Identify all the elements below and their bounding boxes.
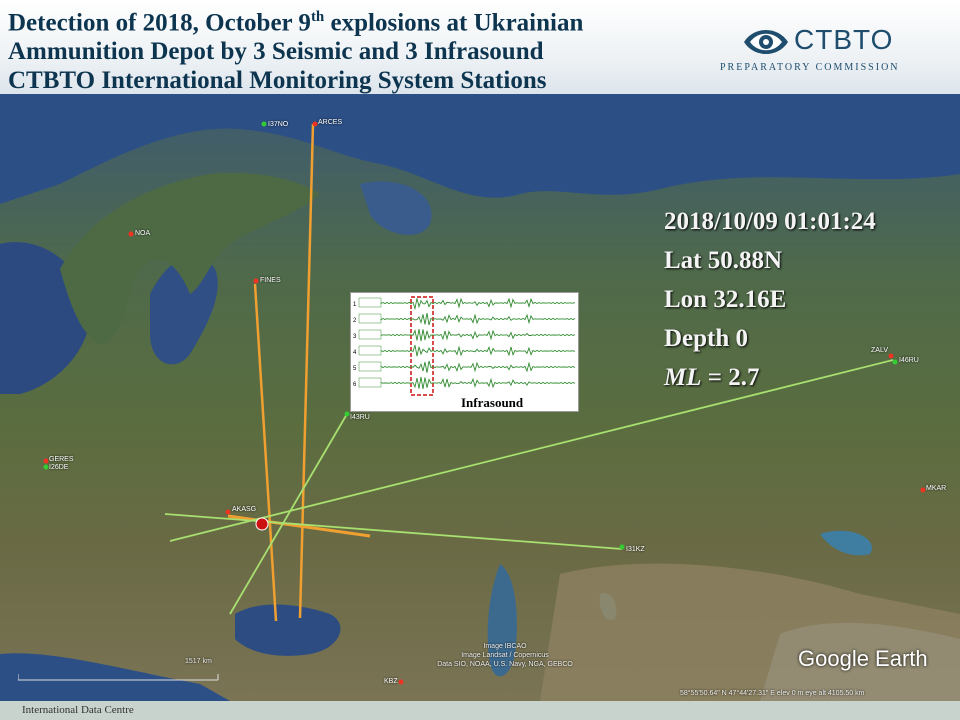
waveform-trace [380,360,576,373]
channel-tag [358,313,382,324]
station-marker-akasg [225,509,231,515]
page-title: Detection of 2018, October 9th explosion… [8,3,756,95]
station-label-i26de: I26DE [49,464,69,471]
scale-bar [18,674,219,681]
infrasound-path-i43ru [229,413,348,615]
balkhash-lake [820,530,872,556]
station-marker-zalv [888,353,894,359]
logo-name: CTBTO [794,24,894,55]
station-label-geres: GERES [49,456,74,463]
channel-tag [358,377,382,388]
arctic-ocean [0,94,960,204]
scale-label: 1517 km [185,658,212,665]
station-label-i37no: I37NO [268,121,289,128]
channel-number: 2 [353,318,357,324]
ctbto-eye-logo-icon [744,30,788,54]
station-marker-i37no [261,121,267,127]
station-marker-kbz [398,679,404,685]
seismic-path-fines [253,283,278,622]
channel-number: 6 [353,382,357,388]
channel-tag [358,329,382,340]
seismic-path-akasg [227,514,371,538]
infrasound-path-i31kz [164,513,623,550]
station-label-mkar: MKAR [926,485,947,492]
station-marker-i31kz [619,544,625,550]
event-lat: Lat 50.88N [664,247,783,274]
station-marker-i43ru [344,411,350,417]
station-label-i46ru: I46RU [899,357,919,364]
channel-tag [358,297,382,308]
station-label-kbz: KBZ [384,678,398,685]
station-label-akasg: AKASG [232,506,257,513]
channel-number: 4 [353,350,357,356]
coordinate-readout: 58°55'50.64" N 47°44'27.31" E elev 0 m e… [680,690,865,697]
station-label-noa: NOA [135,230,151,237]
title-line-1: Detection of 2018, October 9th explosion… [8,9,584,37]
footer-bar: International Data Centre [0,701,960,720]
channel-number: 1 [353,302,357,308]
white-sea [360,181,432,235]
waveform-trace [380,313,576,326]
event-info: 2018/10/09 01:01:24 Lat 50.88N Lon 32.16… [664,202,876,397]
station-label-fines: FINES [260,277,281,284]
station-label-i31kz: I31KZ [626,546,645,553]
black-sea [235,604,341,656]
header-banner: Detection of 2018, October 9th explosion… [0,0,960,94]
title-line-3: CTBTO International Monitoring System St… [8,67,547,95]
waveform-panel: 1 2 3 4 5 6 [353,296,576,396]
waveform-trace [380,376,576,389]
channel-number: 5 [353,366,357,372]
event-depth: Depth 0 [664,325,749,352]
channel-tag [358,345,382,356]
event-location-marker [255,517,269,531]
station-label-i43ru: I43RU [350,414,370,421]
channel-tag [358,361,382,372]
title-line-2: Ammunition Depot by 3 Seismic and 3 Infr… [8,38,544,66]
logo-subtitle: PREPARATORY COMMISSION [720,62,900,73]
channel-number: 3 [353,334,357,340]
station-label-arces: ARCES [318,119,343,126]
station-marker-i46ru [892,359,898,365]
station-marker-i26de [43,464,49,470]
waveform-trace [380,297,576,311]
infrasound-waveform-inset: 1 2 3 4 5 6 Infrasound [350,292,579,412]
event-datetime: 2018/10/09 01:01:24 [664,208,876,235]
station-marker-noa [128,231,134,237]
station-marker-mkar [920,487,926,493]
imagery-credit: Image IBCAO Image Landsat / Copernicus D… [437,643,573,668]
ctbto-logo: CTBTO PREPARATORY COMMISSION [720,22,938,78]
station-marker-geres [43,458,49,464]
event-magnitude: ML = 2.7 [664,364,760,391]
waveform-trace [380,328,576,342]
footer-text: International Data Centre [22,704,134,716]
event-lon: Lon 32.16E [664,286,787,313]
station-marker-fines [253,278,259,284]
waveform-trace [380,345,576,357]
inset-label: Infrasound [461,395,524,410]
station-marker-arces [312,121,318,127]
google-earth-brand: Google Earth [798,646,928,671]
